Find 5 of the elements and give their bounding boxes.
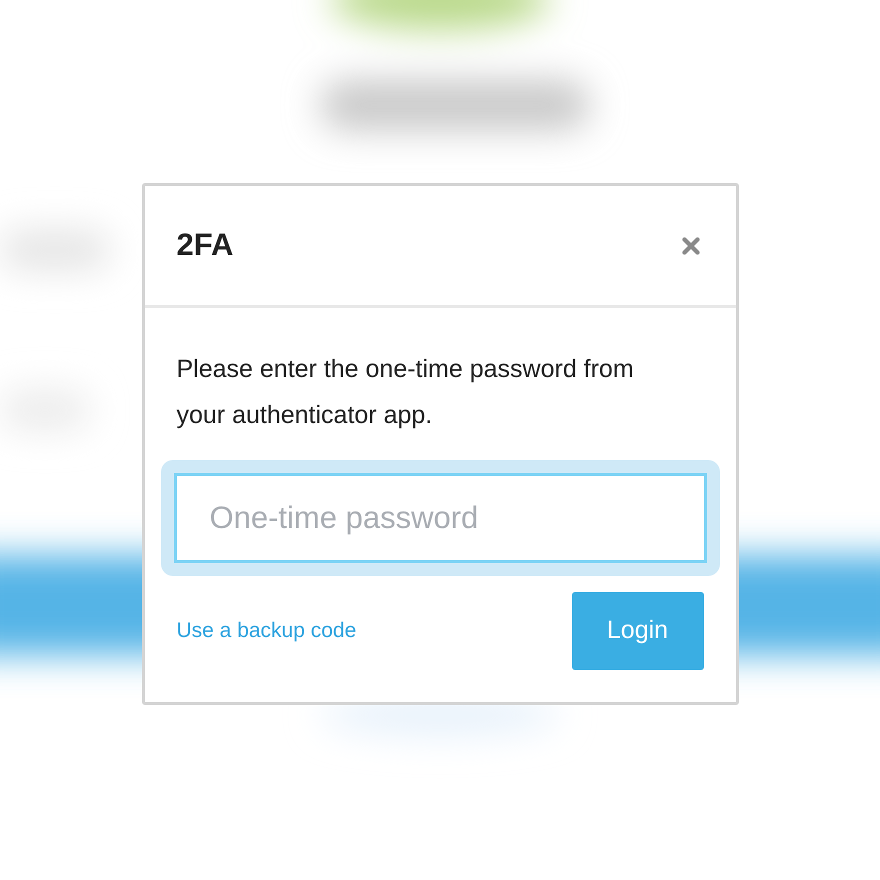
otp-field[interactable]: One-time password — [174, 473, 706, 563]
login-button[interactable]: Login — [572, 592, 704, 670]
dialog-title: 2FA — [176, 226, 234, 264]
backup-code-link[interactable]: Use a backup code — [176, 615, 356, 647]
instruction-text: Please enter the one-time password from your authenticator app. — [176, 354, 635, 431]
